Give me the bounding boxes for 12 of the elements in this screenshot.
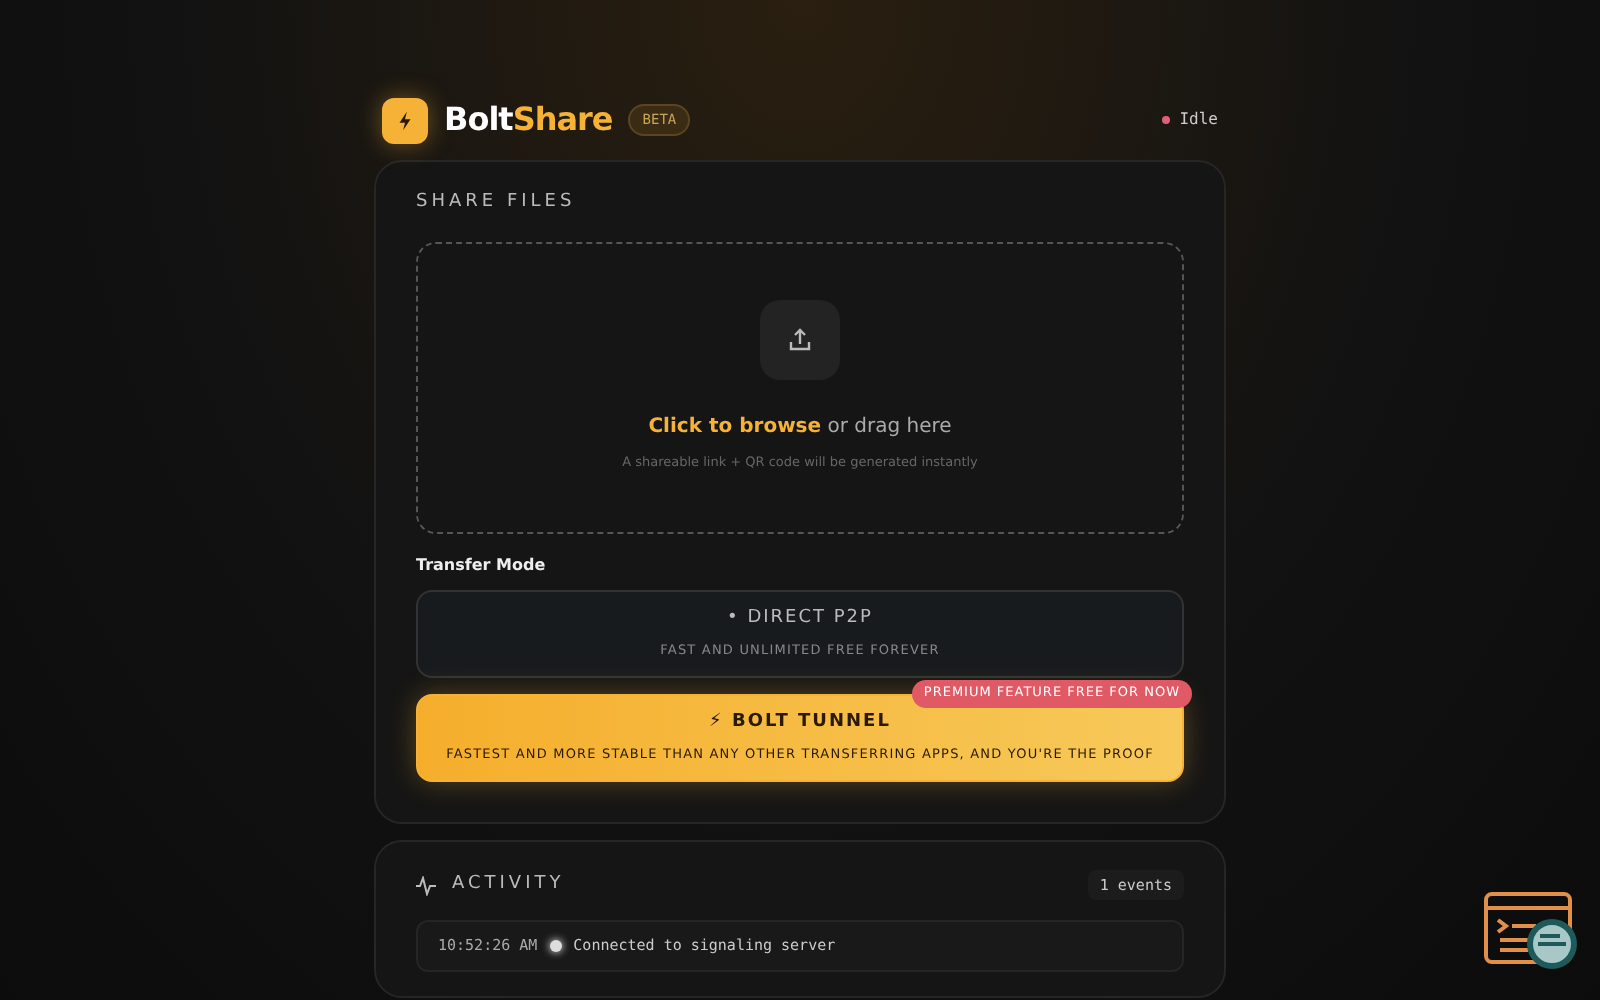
status-label: Idle [1179,108,1218,132]
activity-icon [416,875,436,896]
section-title: ACTIVITY [452,871,565,898]
mode-title: • DIRECT P2P [725,605,875,631]
logo-icon [382,97,428,143]
brand-name: BoltShare [444,98,613,142]
drop-instruction: Click to browse or drag here [648,414,952,443]
upload-icon [760,300,840,381]
section-title: SHARE FILES [416,190,578,216]
transfer-mode-label: Transfer Mode [416,553,548,577]
event-dot [549,939,562,952]
mode-title: ⚡ BOLT TUNNEL [707,709,893,736]
